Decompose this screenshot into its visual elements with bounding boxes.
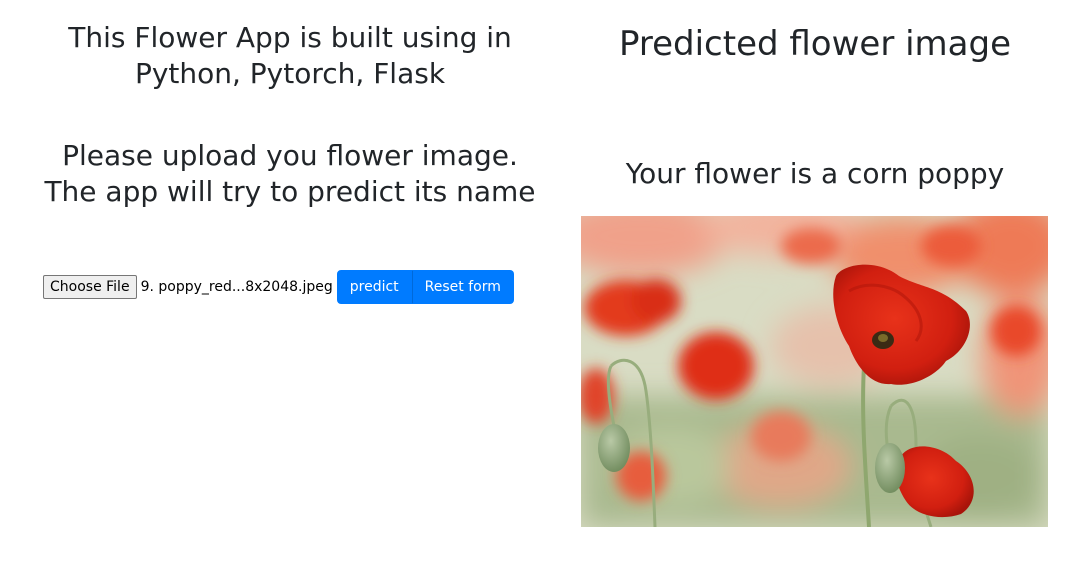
intro-heading: This Flower App is built using in Python…: [68, 21, 512, 90]
flower-app-page: This Flower App is built using in Python…: [0, 0, 1074, 577]
selected-file-name: 9. poppy_red...8x2048.jpeg: [140, 279, 333, 295]
prediction-text: Your flower is a corn poppy: [625, 157, 1005, 190]
choose-file-button[interactable]: Choose File: [43, 275, 137, 299]
result-panel: Predicted flower image Your flower is a …: [565, 22, 1065, 527]
poppy-photo: [581, 216, 1048, 527]
predict-button[interactable]: predict: [336, 270, 412, 304]
result-title: Predicted flower image: [618, 24, 1012, 64]
upload-form: Choose File 9. poppy_red...8x2048.jpeg p…: [43, 270, 514, 304]
upload-panel: This Flower App is built using in Python…: [40, 20, 540, 304]
predicted-flower-image: [581, 216, 1048, 527]
reset-form-button[interactable]: Reset form: [411, 270, 514, 304]
instructions-heading: Please upload you flower image. The app …: [44, 139, 536, 208]
